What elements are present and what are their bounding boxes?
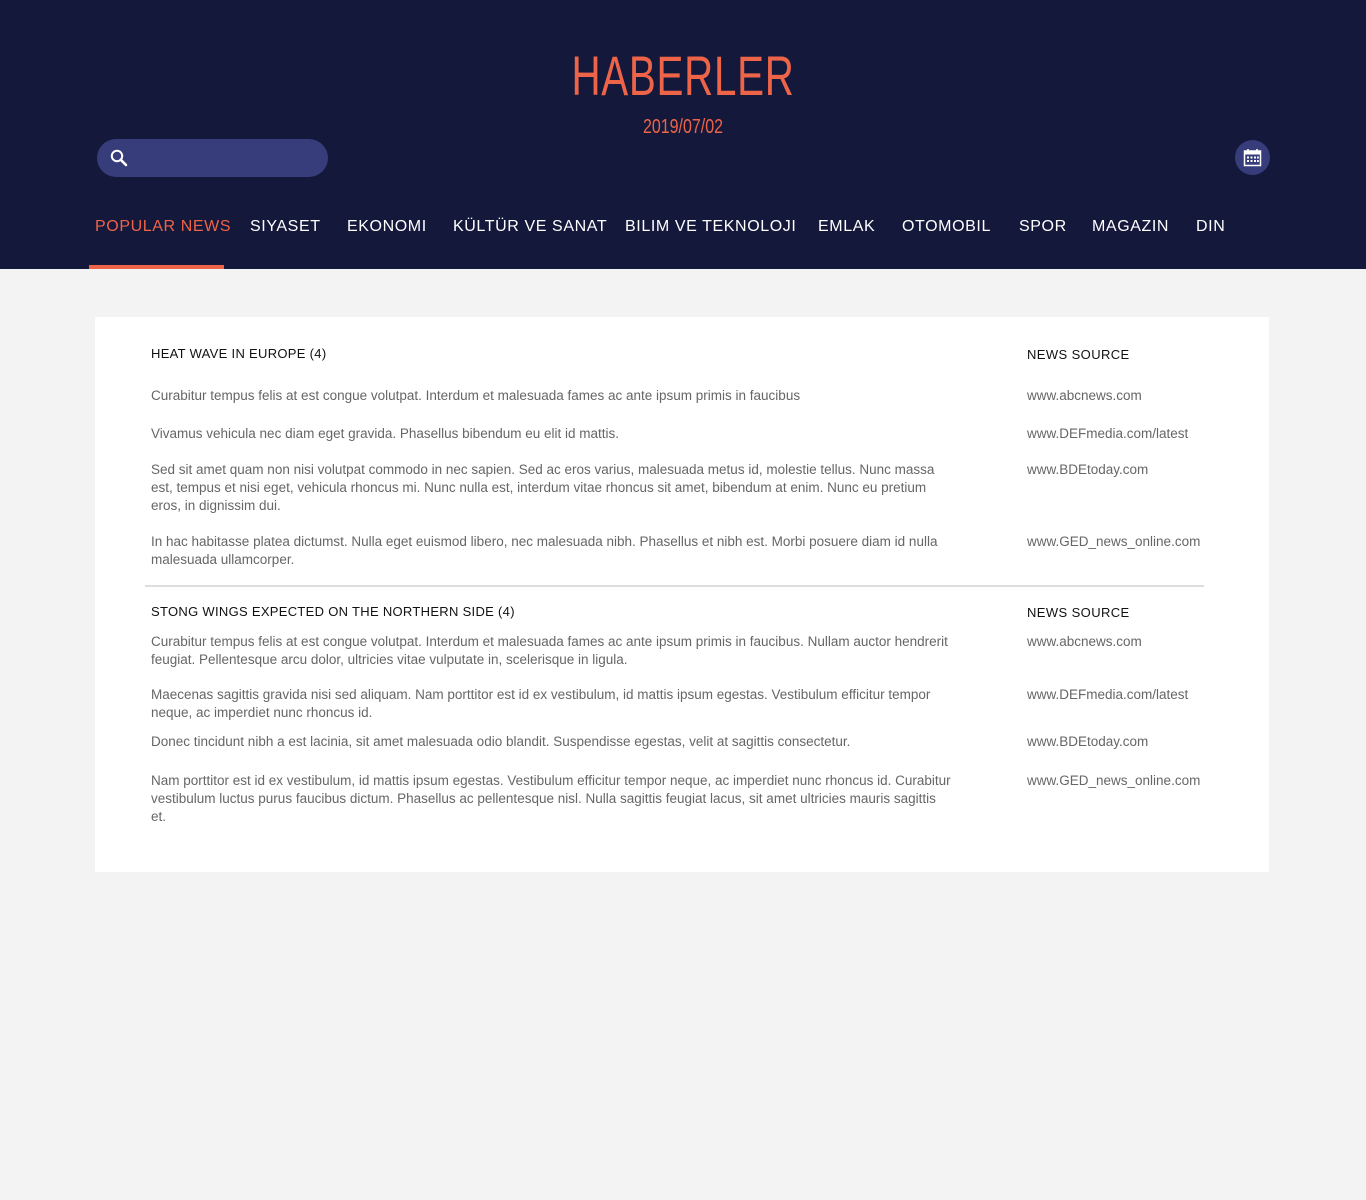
news-item-source[interactable]: www.GED_news_online.com — [1027, 533, 1200, 551]
news-item-text[interactable]: Maecenas sagittis gravida nisi sed aliqu… — [151, 686, 951, 722]
news-source-header: NEWS SOURCE — [1027, 347, 1130, 362]
search-input[interactable] — [137, 145, 321, 173]
news-item-text[interactable]: Curabitur tempus felis at est congue vol… — [151, 387, 951, 405]
site-title: HABERLER — [571, 44, 795, 107]
current-date: 2019/07/02 — [642, 116, 724, 138]
section-title[interactable]: STONG WINGS EXPECTED ON THE NORTHERN SID… — [151, 604, 515, 619]
news-item-source[interactable]: www.BDEtoday.com — [1027, 461, 1148, 479]
search-icon[interactable] — [109, 148, 129, 168]
news-item-text[interactable]: Vivamus vehicula nec diam eget gravida. … — [151, 425, 951, 443]
news-item-source[interactable]: www.DEFmedia.com/latest — [1027, 425, 1188, 443]
news-item-source[interactable]: www.GED_news_online.com — [1027, 772, 1200, 790]
nav-item-din[interactable]: DIN — [1196, 210, 1225, 269]
nav-item-magazin[interactable]: MAGAZIN — [1092, 210, 1169, 269]
news-item-source[interactable]: www.abcnews.com — [1027, 387, 1142, 405]
nav-item-siyaset[interactable]: SIYASET — [250, 210, 321, 269]
news-card: HEAT WAVE IN EUROPE (4) NEWS SOURCE Cura… — [95, 317, 1269, 872]
search-box[interactable] — [97, 139, 328, 177]
nav-item-popular-news[interactable]: POPULAR NEWS — [95, 210, 231, 269]
nav-item-emlak[interactable]: EMLAK — [818, 210, 875, 269]
news-item-text[interactable]: Curabitur tempus felis at est congue vol… — [151, 633, 951, 669]
news-item-source[interactable]: www.DEFmedia.com/latest — [1027, 686, 1188, 704]
news-item-source[interactable]: www.abcnews.com — [1027, 633, 1142, 651]
news-item-text[interactable]: Sed sit amet quam non nisi volutpat comm… — [151, 461, 951, 515]
nav-item-bilim-ve-teknoloji[interactable]: BILIM VE TEKNOLOJI — [625, 210, 796, 269]
news-item-source[interactable]: www.BDEtoday.com — [1027, 733, 1148, 751]
site-header: HABERLER 2019/07/02 POPULAR NEWS SIYASET… — [0, 0, 1366, 269]
nav-item-kultur-ve-sanat[interactable]: KÜLTÜR VE SANAT — [453, 210, 607, 269]
nav-item-ekonomi[interactable]: EKONOMI — [347, 210, 427, 269]
nav-item-otomobil[interactable]: OTOMOBIL — [902, 210, 991, 269]
section-divider — [145, 585, 1204, 587]
news-item-text[interactable]: In hac habitasse platea dictumst. Nulla … — [151, 533, 951, 569]
category-nav: POPULAR NEWS SIYASET EKONOMI KÜLTÜR VE S… — [0, 210, 1366, 269]
section-title[interactable]: HEAT WAVE IN EUROPE (4) — [151, 346, 326, 361]
calendar-button[interactable] — [1235, 140, 1270, 175]
nav-item-spor[interactable]: SPOR — [1019, 210, 1067, 269]
news-item-text[interactable]: Nam porttitor est id ex vestibulum, id m… — [151, 772, 951, 826]
calendar-icon — [1243, 149, 1262, 167]
news-source-header: NEWS SOURCE — [1027, 605, 1130, 620]
active-tab-indicator — [89, 265, 224, 269]
news-item-text[interactable]: Donec tincidunt nibh a est lacinia, sit … — [151, 733, 951, 751]
